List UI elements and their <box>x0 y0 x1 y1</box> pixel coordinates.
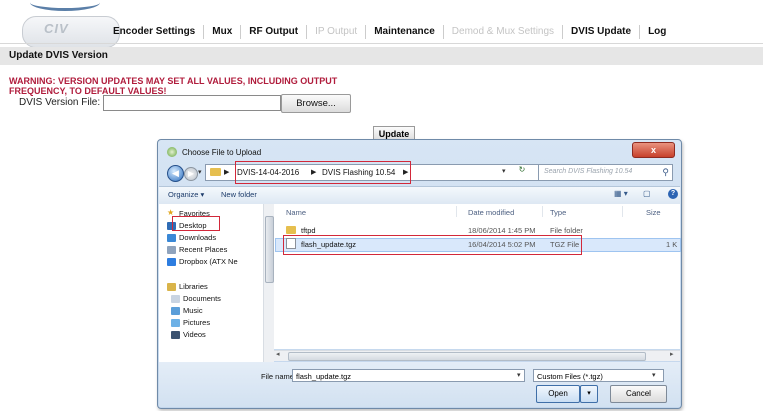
column-separator <box>622 206 623 217</box>
history-dropdown-icon[interactable]: ▾ <box>198 168 202 176</box>
sidebar-item-dropbox[interactable]: Dropbox (ATX Ne <box>179 257 238 266</box>
scrollbar-thumb[interactable] <box>288 352 646 361</box>
view-options-icon[interactable]: ▦ ▾ <box>614 189 628 198</box>
videos-icon <box>171 331 180 339</box>
top-nav: Encoder Settings Mux RF Output IP Output… <box>105 24 763 40</box>
forward-arrow-icon[interactable]: ▶ <box>184 167 198 181</box>
desktop-highlight-box <box>172 216 220 231</box>
nav-divider <box>0 43 763 44</box>
file-path-input[interactable] <box>103 95 281 111</box>
column-header-size[interactable]: Size <box>646 208 661 217</box>
column-header-type[interactable]: Type <box>550 208 566 217</box>
close-button[interactable]: x <box>632 142 675 158</box>
page-title: Update DVIS Version <box>9 50 108 61</box>
scroll-right-icon[interactable]: ▸ <box>670 350 674 358</box>
file-name-label: File name: <box>261 372 297 381</box>
address-dropdown-icon[interactable]: ▾ <box>502 167 506 175</box>
dialog-toolbar: Organize ▾ New folder ▦ ▾ ▢ ? <box>159 186 680 205</box>
dialog-app-icon <box>167 147 177 157</box>
sidebar-item-music[interactable]: Music <box>183 306 203 315</box>
logo-arc <box>30 0 100 11</box>
nav-pane-scrollbar[interactable] <box>263 204 274 362</box>
nav-rf-output[interactable]: RF Output <box>241 25 308 39</box>
column-separator <box>542 206 543 217</box>
browse-button[interactable]: Browse... <box>281 94 351 113</box>
file-upload-dialog: Choose File to Upload x ◀ ▶ ▾ ▶ DVIS-14-… <box>157 139 682 409</box>
column-header-name[interactable]: Name <box>286 208 306 217</box>
warning-line-1: WARNING: VERSION UPDATES MAY SET ALL VAL… <box>9 76 338 86</box>
music-icon <box>171 307 180 315</box>
file-type: File folder <box>550 226 583 235</box>
file-type-filter[interactable]: Custom Files (*.tgz) <box>533 369 664 382</box>
file-date: 18/06/2014 1:45 PM <box>468 226 536 235</box>
back-arrow-icon[interactable]: ◀ <box>167 165 184 182</box>
help-icon[interactable]: ? <box>668 189 678 199</box>
dialog-title: Choose File to Upload <box>182 148 262 157</box>
open-options-dropdown-icon[interactable]: ▾ <box>580 385 598 403</box>
file-name: tftpd <box>301 226 316 235</box>
logo-text: CIV <box>44 21 69 36</box>
sidebar-item-downloads[interactable]: Downloads <box>179 233 216 242</box>
dropbox-icon <box>167 258 176 266</box>
sidebar-item-documents[interactable]: Documents <box>183 294 221 303</box>
pictures-icon <box>171 319 180 327</box>
nav-encoder-settings[interactable]: Encoder Settings <box>105 25 205 39</box>
nav-mux[interactable]: Mux <box>204 25 242 39</box>
nav-dvis-update[interactable]: DVIS Update <box>563 25 641 39</box>
column-header-date[interactable]: Date modified <box>468 208 514 217</box>
search-placeholder: Search DVIS Flashing 10.54 <box>544 168 633 175</box>
libraries-header[interactable]: Libraries <box>179 282 208 291</box>
column-separator <box>456 206 457 217</box>
libraries-icon <box>167 283 176 291</box>
scrollbar-thumb[interactable] <box>265 216 274 283</box>
file-size: 1 K <box>666 240 678 249</box>
warning-text: WARNING: VERSION UPDATES MAY SET ALL VAL… <box>9 76 337 96</box>
search-input[interactable]: Search DVIS Flashing 10.54 ⚲ <box>538 164 673 181</box>
sidebar-item-pictures[interactable]: Pictures <box>183 318 210 327</box>
organize-menu[interactable]: Organize ▾ <box>168 190 204 199</box>
folder-icon <box>286 226 296 234</box>
file-list-scrollbar[interactable]: ◂ ▸ <box>274 350 680 361</box>
nav-maintenance[interactable]: Maintenance <box>366 25 444 39</box>
file-name-input[interactable]: flash_update.tgz <box>292 369 525 382</box>
search-icon: ⚲ <box>662 167 669 177</box>
nav-demod-mux-settings: Demod & Mux Settings <box>444 25 564 39</box>
file-highlight-box <box>283 235 582 255</box>
section-bar <box>0 47 763 65</box>
file-list: Name Date modified Type Size tftpd 18/06… <box>274 204 681 349</box>
nav-ip-output: IP Output <box>307 25 367 39</box>
recent-places-icon <box>167 246 176 254</box>
scroll-left-icon[interactable]: ◂ <box>276 350 280 358</box>
folder-icon <box>210 168 221 176</box>
sidebar-item-videos[interactable]: Videos <box>183 330 206 339</box>
sidebar-item-recent-places[interactable]: Recent Places <box>179 245 227 254</box>
preview-pane-icon[interactable]: ▢ <box>643 189 651 198</box>
address-highlight-box <box>235 161 411 184</box>
file-label: DVIS Version File: <box>19 97 101 108</box>
new-folder-button[interactable]: New folder <box>221 190 257 199</box>
nav-log[interactable]: Log <box>640 25 674 39</box>
file-name-dropdown-icon[interactable]: ▾ <box>517 371 521 379</box>
breadcrumb-arrow-icon: ▶ <box>224 169 230 176</box>
downloads-icon <box>167 234 176 242</box>
filter-dropdown-icon[interactable]: ▾ <box>652 371 656 379</box>
cancel-button[interactable]: Cancel <box>610 385 667 403</box>
open-button[interactable]: Open <box>536 385 580 403</box>
documents-icon <box>171 295 180 303</box>
refresh-icon[interactable]: ↻ <box>515 165 529 177</box>
